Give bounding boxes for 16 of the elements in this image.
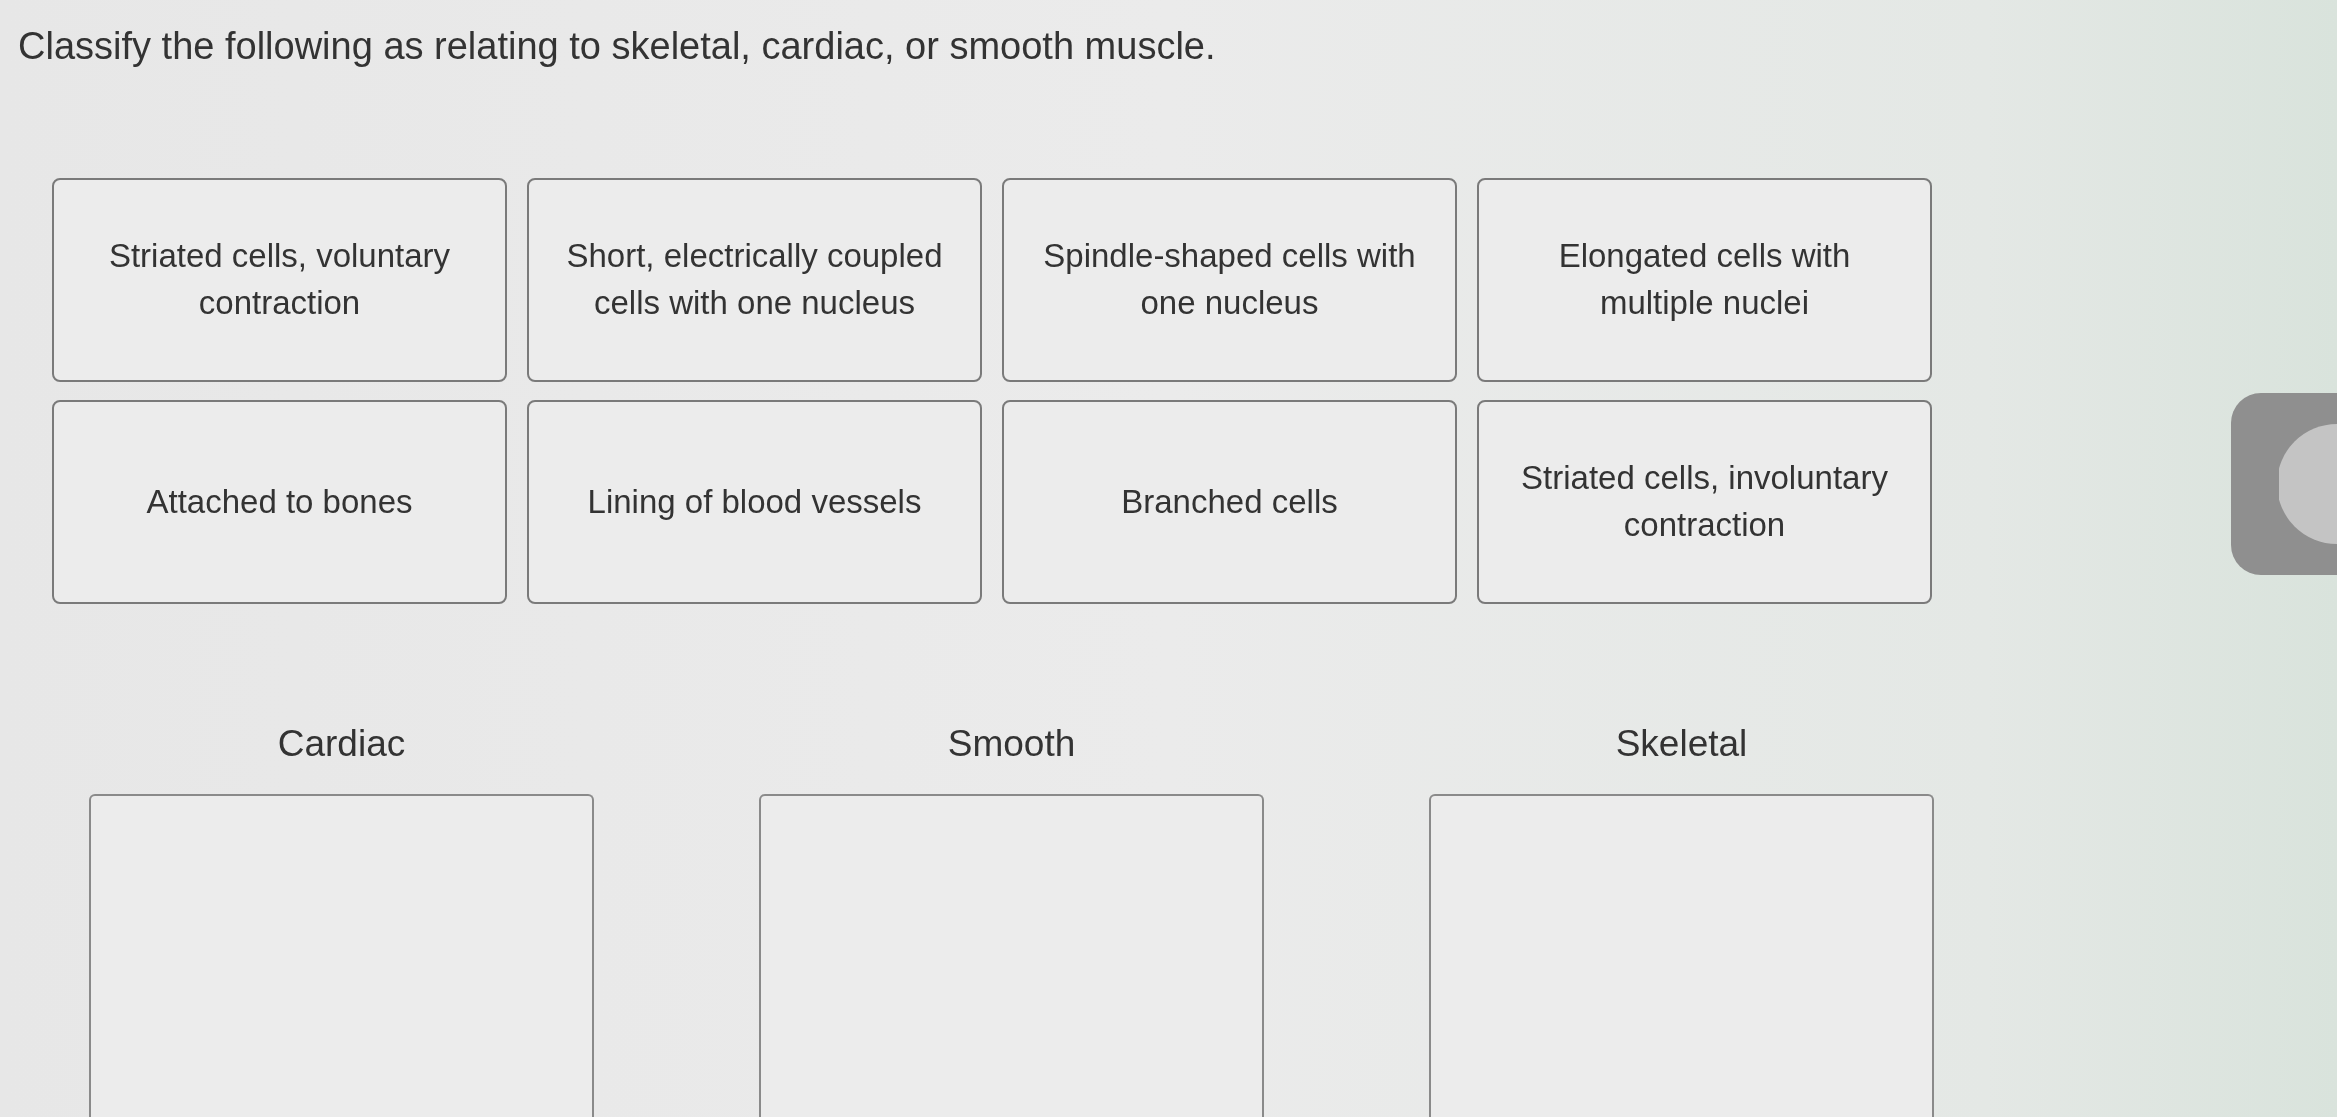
side-handle[interactable] bbox=[2231, 393, 2337, 575]
question-text: Classify the following as relating to skeletal, cardiac, or smooth muscle. bbox=[17, 24, 1217, 69]
drop-zone[interactable] bbox=[1429, 794, 1934, 1117]
answer-card[interactable]: Attached to bones bbox=[52, 399, 507, 604]
answer-card[interactable]: Elongated cells with multiple nuclei bbox=[1477, 177, 1932, 382]
drop-zone[interactable] bbox=[89, 794, 594, 1117]
answer-card[interactable]: Striated cells, voluntary contraction bbox=[52, 177, 507, 382]
answer-card[interactable]: Striated cells, involuntary contraction bbox=[1477, 399, 1932, 604]
category-label: Smooth bbox=[946, 721, 1077, 766]
answer-card[interactable]: Branched cells bbox=[1002, 399, 1457, 604]
category-label: Skeletal bbox=[1614, 721, 1749, 766]
answer-card[interactable]: Lining of blood vessels bbox=[527, 399, 982, 604]
drop-zone[interactable] bbox=[759, 794, 1264, 1117]
answer-card[interactable]: Spindle-shaped cells with one nucleus bbox=[1002, 177, 1457, 382]
category-label: Cardiac bbox=[276, 721, 407, 766]
answer-card[interactable]: Short, electrically coupled cells with one nucleus bbox=[527, 177, 982, 382]
